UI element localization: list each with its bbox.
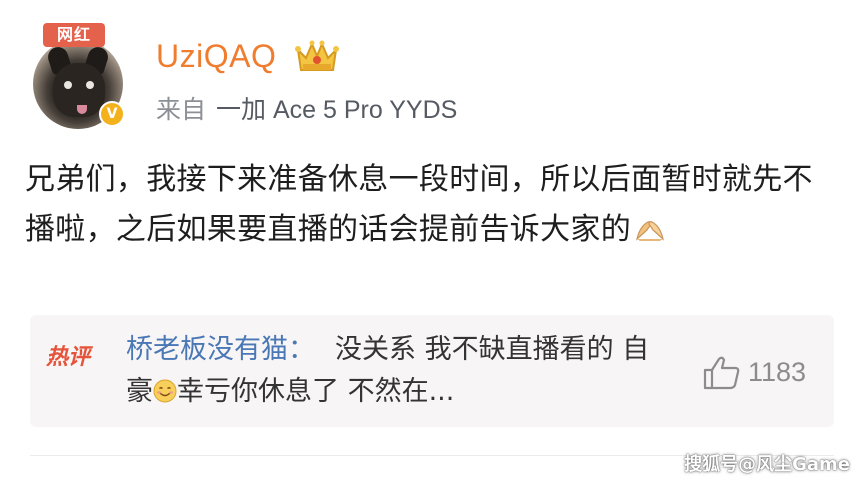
avatar-eye-right xyxy=(86,81,94,89)
comment-username[interactable]: 桥老板没有猫： xyxy=(126,334,315,365)
post-source: 来自 一加 Ace 5 Pro YYDS xyxy=(156,90,457,126)
comment-body: 桥老板没有猫： 没关系 我不缺直播看的 自豪 幸亏你休息了 不然在... xyxy=(126,329,656,413)
post-text: 兄弟们，我接下来准备休息一段时间，所以后面暂时就先不播啦，之后如果要直播的话会提… xyxy=(25,155,831,255)
username[interactable]: UziQAQ xyxy=(156,38,276,75)
smile-icon xyxy=(153,379,177,403)
watermark: 搜狐号@风尘Game xyxy=(684,454,850,475)
source-device[interactable]: 一加 Ace 5 Pro YYDS xyxy=(216,96,457,124)
avatar-eye-left xyxy=(64,81,72,89)
hot-comment-card[interactable]: 热评 桥老板没有猫： 没关系 我不缺直播看的 自豪 幸亏你休息了 不然在... 1… xyxy=(30,315,834,427)
post-text-content: 兄弟们，我接下来准备休息一段时间，所以后面暂时就先不播啦，之后如果要直播的话会提… xyxy=(25,162,813,247)
comment-text-b: 幸亏你休息了 不然在... xyxy=(177,376,455,407)
hot-comment-label: 热评 xyxy=(46,345,91,370)
influencer-badge: 网红 xyxy=(43,23,105,47)
avatar-container[interactable]: 网红 V xyxy=(31,23,127,129)
source-prefix: 来自 xyxy=(156,96,207,124)
clap-icon xyxy=(635,221,665,241)
verified-icon: V xyxy=(99,101,125,127)
crown-icon xyxy=(295,40,339,71)
like-count: 1183 xyxy=(748,357,807,387)
like-icon[interactable] xyxy=(702,355,742,391)
